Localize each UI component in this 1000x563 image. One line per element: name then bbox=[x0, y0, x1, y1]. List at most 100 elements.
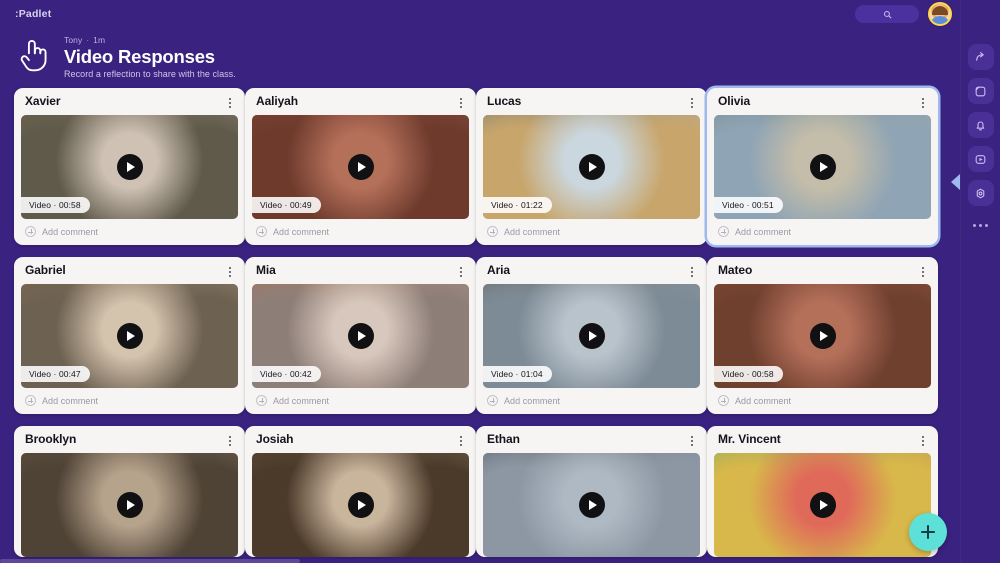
play-button[interactable] bbox=[116, 492, 143, 518]
video-thumbnail[interactable] bbox=[483, 453, 700, 557]
post-options-icon[interactable] bbox=[455, 96, 467, 110]
add-comment-label: Add comment bbox=[504, 226, 561, 237]
post-card[interactable]: Mia Video · 00:42 Add comment bbox=[245, 257, 476, 414]
header-text-block: Tony · 1m Video Responses Record a refle… bbox=[64, 32, 236, 79]
card-title: Olivia bbox=[718, 94, 751, 108]
post-card[interactable]: Ethan bbox=[476, 426, 707, 557]
video-thumbnail[interactable]: Video · 00:58 bbox=[714, 284, 931, 388]
play-button[interactable] bbox=[578, 492, 605, 518]
video-thumbnail[interactable] bbox=[714, 453, 931, 557]
play-button[interactable] bbox=[809, 492, 836, 518]
card-title: Aaliyah bbox=[256, 94, 298, 108]
play-button[interactable] bbox=[347, 492, 374, 518]
play-button[interactable] bbox=[809, 323, 836, 349]
play-button[interactable] bbox=[116, 154, 143, 180]
add-comment-button[interactable]: Add comment bbox=[707, 388, 938, 414]
add-comment-label: Add comment bbox=[42, 395, 99, 406]
plus-icon bbox=[487, 395, 498, 406]
post-options-icon[interactable] bbox=[455, 265, 467, 279]
play-button[interactable] bbox=[347, 323, 374, 349]
post-card[interactable]: Xavier Video · 00:58 Add comment bbox=[14, 88, 245, 245]
card-title: Ethan bbox=[487, 432, 520, 446]
add-comment-button[interactable]: Add comment bbox=[707, 219, 938, 245]
card-header: Mia bbox=[245, 257, 476, 284]
video-thumbnail[interactable]: Video · 00:51 bbox=[714, 115, 931, 219]
play-icon[interactable] bbox=[967, 146, 994, 172]
add-comment-label: Add comment bbox=[735, 395, 792, 406]
post-card[interactable]: Lucas Video · 01:22 Add comment bbox=[476, 88, 707, 245]
gear-icon[interactable] bbox=[967, 180, 994, 206]
post-card[interactable]: Aria Video · 01:04 Add comment bbox=[476, 257, 707, 414]
bell-icon[interactable] bbox=[967, 112, 994, 138]
post-card[interactable]: Brooklyn bbox=[14, 426, 245, 557]
post-options-icon[interactable] bbox=[917, 434, 929, 448]
play-button[interactable] bbox=[578, 323, 605, 349]
video-duration-badge: Video · 01:22 bbox=[483, 197, 552, 213]
play-button[interactable] bbox=[578, 154, 605, 180]
video-thumbnail[interactable]: Video · 00:47 bbox=[21, 284, 238, 388]
plus-icon bbox=[487, 226, 498, 237]
post-options-icon[interactable] bbox=[686, 265, 698, 279]
video-thumbnail[interactable] bbox=[21, 453, 238, 557]
card-column: Lucas Video · 01:22 Add comment Aria Vid bbox=[476, 88, 707, 563]
play-button[interactable] bbox=[809, 154, 836, 180]
avatar[interactable] bbox=[928, 2, 952, 26]
post-card[interactable]: Josiah bbox=[245, 426, 476, 557]
page-title: Video Responses bbox=[64, 46, 215, 67]
card-header: Aaliyah bbox=[245, 88, 476, 115]
byline-separator: · bbox=[86, 35, 90, 45]
add-comment-button[interactable]: Add comment bbox=[245, 388, 476, 414]
post-card[interactable]: Olivia Video · 00:51 Add comment bbox=[707, 88, 938, 245]
post-options-icon[interactable] bbox=[224, 265, 236, 279]
post-options-icon[interactable] bbox=[686, 434, 698, 448]
post-card[interactable]: Gabriel Video · 00:47 Add comment bbox=[14, 257, 245, 414]
post-card[interactable]: Mateo Video · 00:58 Add comment bbox=[707, 257, 938, 414]
card-title: Xavier bbox=[25, 94, 61, 108]
card-title: Mateo bbox=[718, 263, 753, 277]
video-duration-badge: Video · 00:51 bbox=[714, 197, 783, 213]
plus-icon bbox=[256, 226, 267, 237]
add-comment-button[interactable]: Add comment bbox=[14, 388, 245, 414]
video-thumbnail[interactable]: Video · 00:42 bbox=[252, 284, 469, 388]
add-comment-button[interactable]: Add comment bbox=[476, 388, 707, 414]
add-post-button[interactable] bbox=[909, 513, 947, 551]
horizontal-scrollbar[interactable] bbox=[0, 559, 960, 563]
post-options-icon[interactable] bbox=[917, 96, 929, 110]
padlet-logo[interactable]: :Padlet bbox=[15, 8, 51, 20]
search-input[interactable] bbox=[855, 5, 919, 23]
post-options-icon[interactable] bbox=[224, 96, 236, 110]
board[interactable]: Xavier Video · 00:58 Add comment Gabriel bbox=[0, 88, 960, 563]
add-comment-button[interactable]: Add comment bbox=[245, 219, 476, 245]
card-column: Xavier Video · 00:58 Add comment Gabriel bbox=[14, 88, 245, 563]
byline-timestamp: 1m bbox=[93, 35, 106, 45]
play-button[interactable] bbox=[116, 323, 143, 349]
card-title: Josiah bbox=[256, 432, 294, 446]
padlet-header: Tony · 1m Video Responses Record a refle… bbox=[0, 28, 960, 88]
video-thumbnail[interactable] bbox=[252, 453, 469, 557]
card-header: Ethan bbox=[476, 426, 707, 453]
post-options-icon[interactable] bbox=[686, 96, 698, 110]
remake-icon[interactable] bbox=[967, 78, 994, 104]
post-options-icon[interactable] bbox=[224, 434, 236, 448]
plus-icon bbox=[25, 395, 36, 406]
video-thumbnail[interactable]: Video · 00:58 bbox=[21, 115, 238, 219]
add-comment-button[interactable]: Add comment bbox=[14, 219, 245, 245]
card-header: Xavier bbox=[14, 88, 245, 115]
card-header: Mr. Vincent bbox=[707, 426, 938, 453]
video-thumbnail[interactable]: Video · 01:04 bbox=[483, 284, 700, 388]
play-button[interactable] bbox=[347, 154, 374, 180]
post-card[interactable]: Aaliyah Video · 00:49 Add comment bbox=[245, 88, 476, 245]
search-icon bbox=[883, 10, 891, 18]
video-thumbnail[interactable]: Video · 01:22 bbox=[483, 115, 700, 219]
video-duration-badge: Video · 00:58 bbox=[714, 366, 783, 382]
add-comment-button[interactable]: Add comment bbox=[476, 219, 707, 245]
post-card[interactable]: Mr. Vincent bbox=[707, 426, 938, 557]
video-thumbnail[interactable]: Video · 00:49 bbox=[252, 115, 469, 219]
post-options-icon[interactable] bbox=[917, 265, 929, 279]
share-icon[interactable] bbox=[967, 44, 994, 70]
video-duration-badge: Video · 00:42 bbox=[252, 366, 321, 382]
right-rail bbox=[960, 0, 1000, 563]
collapse-panel-handle[interactable] bbox=[951, 174, 960, 190]
post-options-icon[interactable] bbox=[455, 434, 467, 448]
more-options-icon[interactable] bbox=[973, 224, 988, 227]
